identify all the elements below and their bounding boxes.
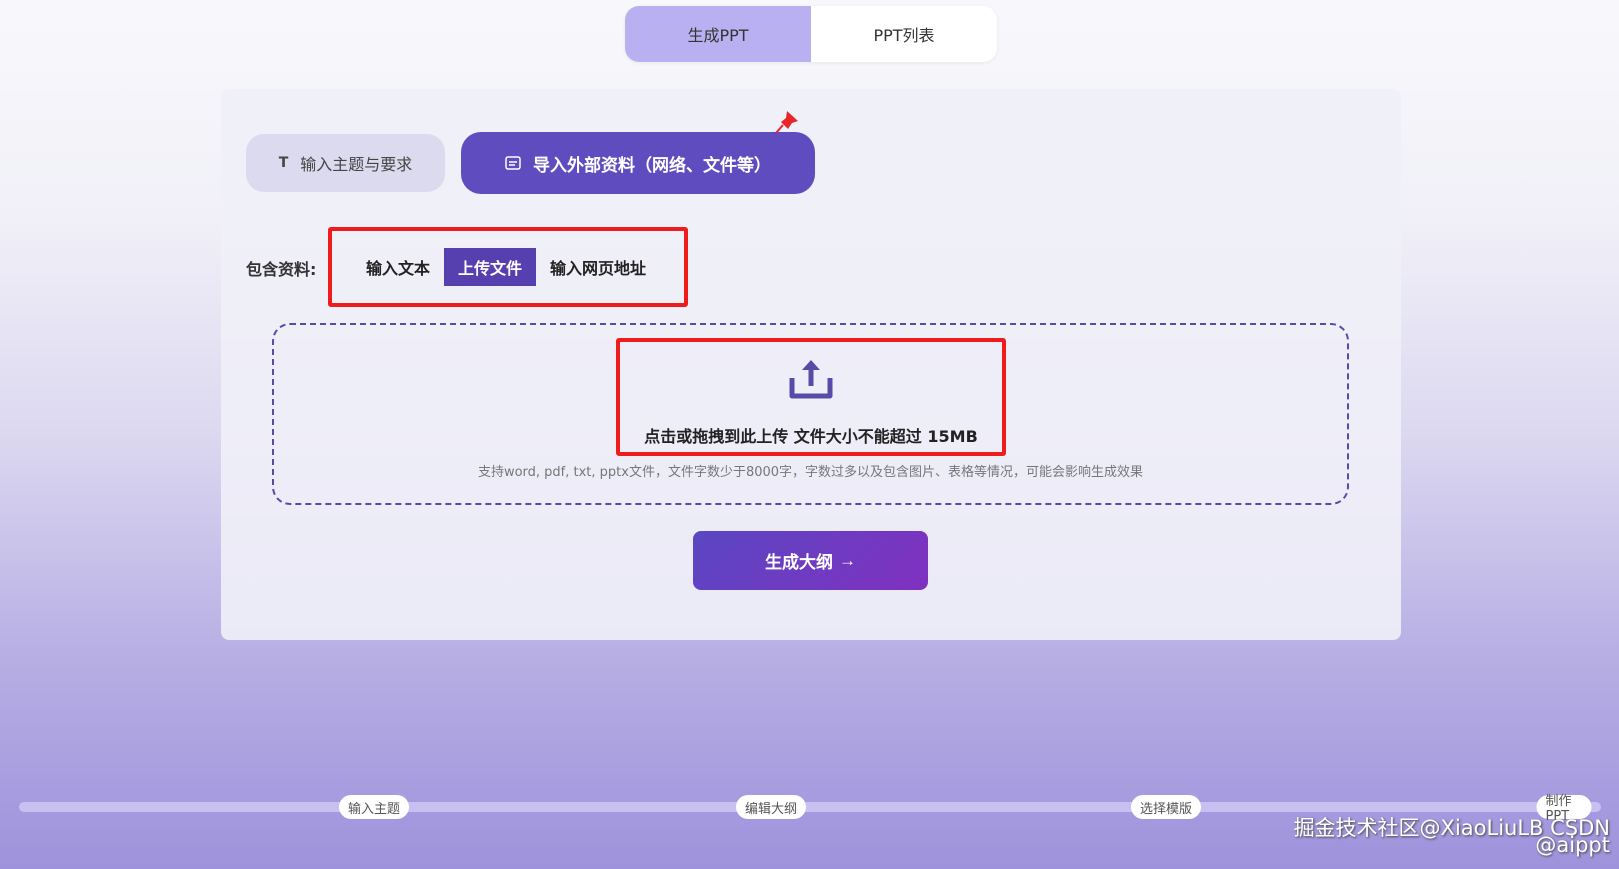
option-web-url[interactable]: 输入网页地址 (536, 248, 660, 286)
mode-import-label: 导入外部资料（网络、文件等） (533, 155, 771, 176)
generate-label: 生成大纲 (765, 553, 833, 572)
option-input-text[interactable]: 输入文本 (352, 248, 444, 286)
progress-track (19, 802, 1601, 812)
folder-icon (505, 156, 521, 170)
top-tabs: 生成PPT PPT列表 (625, 6, 997, 62)
text-icon: T (278, 155, 289, 171)
mode-topic-label: 输入主题与要求 (300, 155, 413, 174)
pin-icon (775, 111, 798, 134)
mode-topic-button[interactable]: T 输入主题与要求 (246, 134, 445, 192)
upload-instructions: 点击或拖拽到此上传 文件大小不能超过 15MB (644, 427, 978, 446)
option-upload-file[interactable]: 上传文件 (444, 248, 537, 286)
watermark: 掘金技术社区@XiaoLiuLB CSDN @aippt (1293, 816, 1610, 857)
step-edit-outline: 编辑大纲 (735, 795, 807, 819)
mode-import-button[interactable]: 导入外部资料（网络、文件等） (461, 132, 815, 194)
step-choose-template: 选择模版 (1130, 795, 1202, 819)
source-label: 包含资料: (246, 260, 317, 279)
source-selector: 输入文本 上传文件 输入网页地址 (352, 248, 660, 286)
tab-ppt-list[interactable]: PPT列表 (811, 6, 997, 62)
upload-hint: 支持word, pdf, txt, pptx文件，文件字数少于8000字，字数过… (477, 465, 1144, 480)
generate-outline-button[interactable]: 生成大纲 → (693, 531, 928, 590)
step-input-topic: 输入主题 (338, 795, 410, 819)
arrow-right-icon: → (839, 550, 856, 570)
tab-generate-ppt[interactable]: 生成PPT (625, 6, 811, 62)
upload-icon (789, 360, 833, 399)
